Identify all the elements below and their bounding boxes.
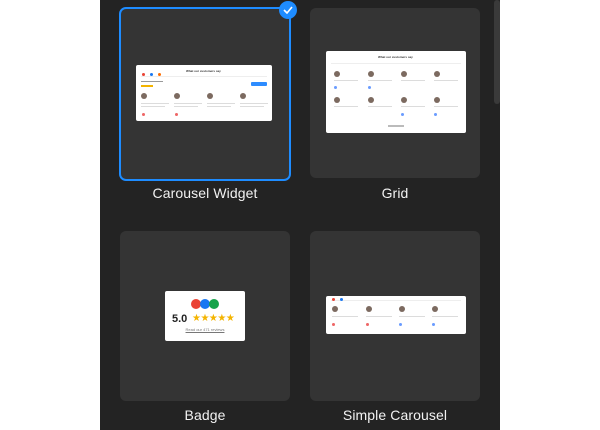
template-label: Carousel Widget (152, 185, 258, 201)
badge-score: 5.0 (172, 313, 188, 325)
grid-preview: What our customers say (326, 51, 466, 133)
badge-preview: 5.0 ★★★★★ Read our 471 reviews (165, 291, 245, 341)
template-picker-panel: What our customers say Carousel Widget W… (100, 0, 500, 430)
scrollbar-thumb[interactable] (494, 0, 500, 104)
template-label: Simple Carousel (342, 407, 448, 423)
carousel-widget-preview: What our customers say (136, 65, 272, 121)
selected-check-icon (279, 1, 297, 19)
template-card-carousel-widget[interactable]: What our customers say (119, 7, 291, 181)
preview-heading: What our customers say (186, 69, 221, 73)
badge-reviews-link: Read our 471 reviews (185, 327, 225, 332)
template-card-grid[interactable]: What our customers say (310, 8, 480, 178)
preview-heading: What our customers say (378, 55, 413, 59)
template-card-simple-carousel[interactable] (310, 231, 480, 401)
template-label: Grid (381, 185, 409, 201)
simple-carousel-preview (326, 296, 466, 334)
template-label: Badge (184, 407, 226, 423)
scrollbar[interactable] (494, 0, 500, 430)
trustpilot-logo-icon (209, 299, 219, 309)
badge-stars: ★★★★★ (192, 313, 235, 324)
